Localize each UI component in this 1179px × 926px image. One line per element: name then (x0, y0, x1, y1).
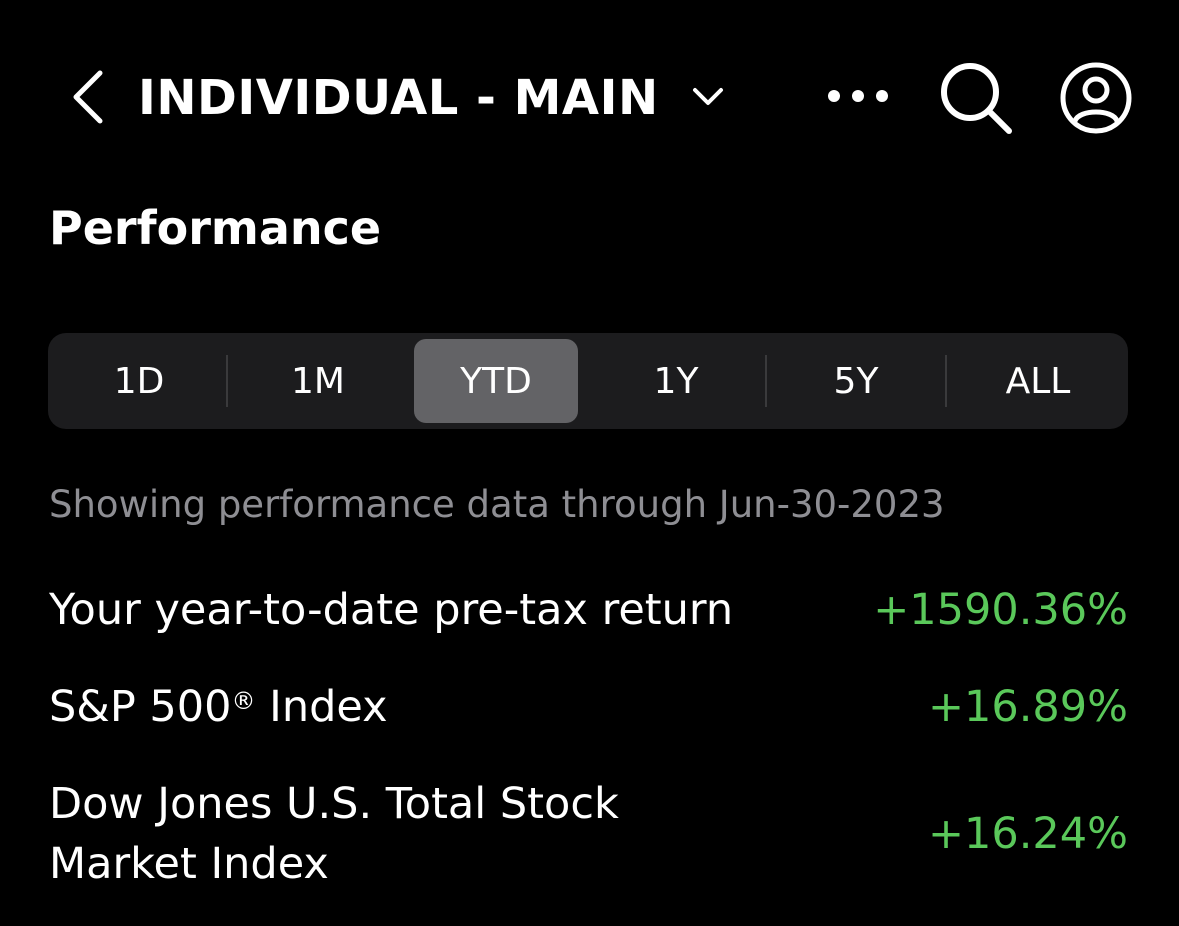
time-range-selector: 1D 1M YTD 1Y 5Y ALL (48, 333, 1128, 429)
ytd-return-label: Your year-to-date pre-tax return (49, 585, 734, 635)
sp500-label-main: S&P 500 (49, 682, 232, 732)
dow-jones-label-line1: Dow Jones U.S. Total Stock (49, 779, 619, 829)
divider (945, 355, 947, 407)
sp500-label-tail: Index (255, 682, 388, 732)
search-icon (941, 63, 1012, 134)
registered-mark: ® (231, 687, 256, 715)
tab-1y[interactable]: 1Y (596, 339, 756, 423)
tab-1d[interactable]: 1D (64, 339, 214, 423)
dow-jones-label-line2: Market Index (49, 839, 329, 889)
account-selector-title[interactable]: INDIVIDUAL - MAIN (138, 60, 659, 136)
sp500-value: +16.89% (928, 682, 1128, 732)
profile-button[interactable] (1054, 56, 1138, 140)
profile-icon (1060, 62, 1132, 134)
divider (765, 355, 767, 407)
chevron-down-icon (693, 88, 723, 105)
section-title: Performance (49, 201, 382, 255)
data-date-note: Showing performance data through Jun-30-… (49, 482, 945, 526)
account-dropdown-button[interactable] (684, 70, 732, 122)
back-chevron-icon (73, 70, 103, 124)
more-options-button[interactable] (820, 70, 896, 122)
tab-5y[interactable]: 5Y (776, 339, 936, 423)
tab-1m[interactable]: 1M (238, 339, 398, 423)
tab-all[interactable]: ALL (956, 339, 1120, 423)
dow-jones-value: +16.24% (928, 809, 1128, 859)
sp500-label: S&P 500® Index (49, 677, 388, 737)
divider (226, 355, 228, 407)
back-button[interactable] (58, 62, 118, 132)
tab-ytd[interactable]: YTD (414, 339, 578, 423)
top-nav-bar: INDIVIDUAL - MAIN (0, 0, 1179, 190)
search-button[interactable] (934, 56, 1018, 140)
ytd-return-value: +1590.36% (873, 585, 1128, 635)
more-icon (828, 90, 888, 102)
